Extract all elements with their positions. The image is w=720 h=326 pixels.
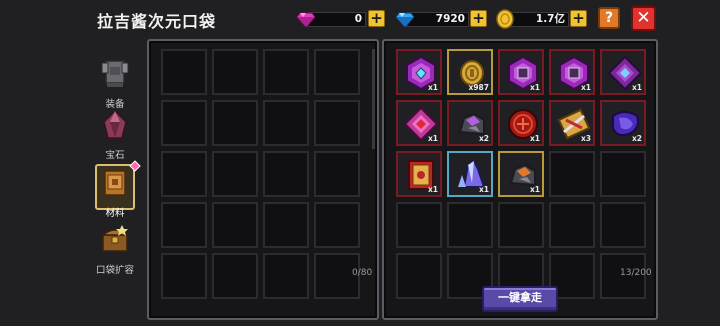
item-count: x1 bbox=[529, 83, 540, 92]
take-all-button[interactable]: 一键拿走 bbox=[482, 286, 558, 312]
inventory-item[interactable]: x3 bbox=[549, 100, 595, 146]
empty-slot[interactable] bbox=[161, 151, 207, 197]
tab-gems[interactable]: 宝石 bbox=[90, 108, 140, 161]
gold-amount: 1.7亿 bbox=[535, 13, 565, 25]
right-storage-panel: x1 x987 x1 x1 x1 x1 x2 x1 x3 x2 x1 x1 x1 13/200 bbox=[382, 39, 658, 320]
add-gems-button[interactable]: + bbox=[368, 10, 385, 27]
item-count: x1 bbox=[478, 185, 489, 194]
inventory-item[interactable]: x1 bbox=[498, 151, 544, 197]
armor-icon bbox=[101, 60, 129, 87]
inventory-item[interactable]: x1 bbox=[447, 151, 493, 197]
left-slot-grid[interactable] bbox=[161, 49, 367, 301]
item-count: x3 bbox=[580, 134, 591, 143]
item-count: x1 bbox=[529, 185, 540, 194]
left-capacity: 0/80 bbox=[352, 268, 373, 278]
empty-slot[interactable] bbox=[263, 202, 309, 248]
material-icon bbox=[104, 170, 126, 196]
empty-slot[interactable] bbox=[549, 202, 595, 248]
gold-currency: 1.7亿 + bbox=[495, 9, 590, 29]
empty-slot[interactable] bbox=[396, 253, 442, 299]
inventory-item[interactable]: x1 bbox=[396, 100, 442, 146]
empty-slot[interactable] bbox=[314, 100, 360, 146]
tab-label-expand-pocket: 口袋扩容 bbox=[95, 265, 134, 276]
empty-slot[interactable] bbox=[212, 253, 258, 299]
left-storage-panel: 0/80 bbox=[147, 39, 379, 320]
inventory-item[interactable]: x987 bbox=[447, 49, 493, 95]
chest-icon bbox=[100, 225, 130, 252]
gold-coin-icon bbox=[496, 9, 514, 29]
item-count: x1 bbox=[580, 83, 591, 92]
empty-slot[interactable] bbox=[161, 253, 207, 299]
tab-expand-pocket[interactable]: 口袋扩容 bbox=[90, 223, 140, 276]
add-diamonds-button[interactable]: + bbox=[470, 10, 487, 27]
inventory-item[interactable]: x2 bbox=[447, 100, 493, 146]
empty-slot[interactable] bbox=[396, 202, 442, 248]
empty-slot[interactable] bbox=[212, 49, 258, 95]
empty-slot[interactable] bbox=[212, 100, 258, 146]
empty-slot[interactable] bbox=[447, 202, 493, 248]
inventory-item[interactable]: x1 bbox=[600, 49, 646, 95]
left-scrollbar[interactable] bbox=[372, 49, 375, 149]
empty-slot[interactable] bbox=[212, 151, 258, 197]
right-slot-grid[interactable]: x1 x987 x1 x1 x1 x1 x2 x1 x3 x2 x1 x1 x1 bbox=[396, 49, 652, 301]
empty-slot[interactable] bbox=[314, 49, 360, 95]
close-button[interactable]: ✕ bbox=[631, 6, 656, 31]
empty-slot[interactable] bbox=[212, 202, 258, 248]
empty-slot[interactable] bbox=[600, 202, 646, 248]
item-count: x1 bbox=[427, 134, 438, 143]
empty-slot[interactable] bbox=[314, 151, 360, 197]
tab-materials[interactable]: 材料 bbox=[90, 160, 141, 219]
item-count: x1 bbox=[529, 134, 540, 143]
help-button[interactable]: ? bbox=[598, 7, 620, 29]
right-capacity: 13/200 bbox=[620, 268, 652, 278]
empty-slot[interactable] bbox=[263, 253, 309, 299]
add-gold-button[interactable]: + bbox=[570, 10, 587, 27]
inventory-item[interactable]: x1 bbox=[396, 49, 442, 95]
empty-slot[interactable] bbox=[263, 49, 309, 95]
empty-slot[interactable] bbox=[263, 151, 309, 197]
pink-gem-icon bbox=[296, 12, 316, 28]
item-count: x1 bbox=[631, 83, 642, 92]
gem-amount: 0 bbox=[354, 13, 362, 25]
empty-slot[interactable] bbox=[161, 202, 207, 248]
empty-slot[interactable] bbox=[549, 151, 595, 197]
inventory-item[interactable]: x1 bbox=[498, 100, 544, 146]
blue-diamond-icon bbox=[395, 12, 415, 28]
item-count: x2 bbox=[478, 134, 489, 143]
inventory-item[interactable]: x1 bbox=[498, 49, 544, 95]
gem-icon bbox=[103, 109, 127, 139]
gem-currency: 0 + bbox=[296, 9, 388, 29]
tab-equipment[interactable]: 装备 bbox=[90, 57, 140, 110]
empty-slot[interactable] bbox=[600, 151, 646, 197]
tab-label-gems: 宝石 bbox=[105, 150, 125, 161]
empty-slot[interactable] bbox=[161, 49, 207, 95]
diamond-currency: 7920 + bbox=[395, 9, 490, 29]
page-title: 拉吉酱次元口袋 bbox=[97, 12, 217, 31]
inventory-item[interactable]: x2 bbox=[600, 100, 646, 146]
empty-slot[interactable] bbox=[161, 100, 207, 146]
diamond-amount: 7920 bbox=[435, 13, 465, 25]
item-count: x1 bbox=[427, 83, 438, 92]
item-count: x1 bbox=[427, 185, 438, 194]
inventory-item[interactable]: x1 bbox=[396, 151, 442, 197]
tab-label-materials: 材料 bbox=[105, 208, 125, 219]
empty-slot[interactable] bbox=[263, 100, 309, 146]
inventory-item[interactable]: x1 bbox=[549, 49, 595, 95]
empty-slot[interactable] bbox=[314, 202, 360, 248]
empty-slot[interactable] bbox=[498, 202, 544, 248]
item-count: x987 bbox=[468, 83, 490, 92]
item-count: x2 bbox=[631, 134, 642, 143]
